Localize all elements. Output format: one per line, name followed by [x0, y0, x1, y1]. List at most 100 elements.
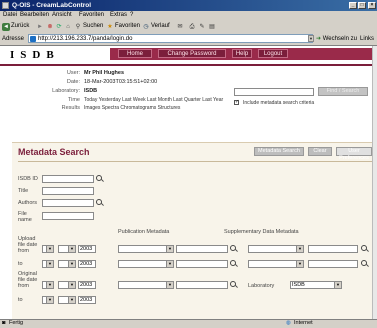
original-to-day-select[interactable]: ▼: [42, 296, 54, 304]
clear-button[interactable]: Clear: [308, 147, 332, 156]
status-page-icon: ◙: [2, 320, 6, 326]
isdb-id-search-icon[interactable]: [96, 175, 102, 181]
search-icon[interactable]: ⚲: [74, 23, 82, 31]
original-day-select[interactable]: ▼: [42, 281, 54, 289]
nav-help[interactable]: Help: [232, 49, 252, 58]
discuss-icon[interactable]: ▤: [208, 23, 216, 31]
upload-to-label: to: [18, 261, 23, 267]
original-to-label: to: [18, 297, 23, 303]
authors-input[interactable]: [42, 199, 94, 207]
pub-value-input-3[interactable]: [176, 281, 228, 289]
address-dropdown[interactable]: ▼: [308, 35, 314, 42]
maximize-button[interactable]: □: [358, 2, 366, 9]
original-to-month-select[interactable]: ▼: [58, 296, 76, 304]
laboratory-label: Laboratory:: [52, 88, 80, 94]
history-button[interactable]: Verlauf: [151, 23, 170, 29]
favorites-icon[interactable]: ★: [106, 23, 114, 31]
pub-field-select-3[interactable]: ▼: [118, 281, 174, 289]
nav-home[interactable]: Home: [118, 49, 152, 58]
history-icon[interactable]: ◷: [142, 23, 150, 31]
laboratory-select-value: ISDB: [292, 282, 305, 288]
quick-search-input[interactable]: [234, 88, 314, 96]
menu-favoriten[interactable]: Favoriten: [79, 12, 104, 18]
go-label: Wechseln zu: [322, 36, 357, 42]
menu-bearbeiten[interactable]: Bearbeiten: [20, 12, 49, 18]
original-year-value: 2003: [80, 282, 93, 288]
time-label: Time: [67, 97, 80, 103]
links-button[interactable]: Links: [360, 36, 374, 42]
original-to-year-select[interactable]: 2003: [78, 296, 96, 304]
favorites-button[interactable]: Favoriten: [115, 23, 140, 29]
include-metadata-label: Include metadata search criteria: [243, 100, 315, 106]
back-button[interactable]: Zurück: [11, 23, 29, 29]
time-options[interactable]: Today Yesterday Last Week Last Month Las…: [84, 97, 223, 103]
pub-search-icon-2[interactable]: [230, 260, 236, 266]
vertical-scrollbar[interactable]: [372, 46, 377, 319]
stop-icon[interactable]: ⊗: [46, 23, 54, 31]
internet-zone-icon: ◍: [286, 320, 291, 326]
go-button[interactable]: ➜ Wechseln zu: [316, 35, 357, 42]
print-icon[interactable]: ⎙: [188, 23, 196, 31]
pub-value-input-2[interactable]: [176, 260, 228, 268]
original-year-select[interactable]: 2003: [78, 281, 96, 289]
menu-extras[interactable]: Extras: [110, 12, 127, 18]
title-input[interactable]: [42, 187, 94, 195]
upload-to-month-select[interactable]: ▼: [58, 260, 76, 268]
pub-search-icon-3[interactable]: [230, 281, 236, 287]
supp-search-icon-1[interactable]: [361, 245, 367, 251]
address-input[interactable]: http://213.196.233.7/panda/login.do: [28, 34, 313, 43]
isdb-id-input[interactable]: [42, 175, 94, 183]
upload-to-year-select[interactable]: 2003: [78, 260, 96, 268]
results-options[interactable]: Images Spectra Chromatograms Structures: [84, 105, 180, 111]
dropdown-arrow-icon: ▼: [68, 261, 75, 267]
dropdown-arrow-icon: ▼: [46, 246, 53, 252]
pub-search-icon-1[interactable]: [230, 245, 236, 251]
original-month-select[interactable]: ▼: [58, 281, 76, 289]
dropdown-arrow-icon: ▼: [68, 282, 75, 288]
laboratory-select[interactable]: ISDB ▼: [290, 281, 342, 289]
menu-help[interactable]: ?: [130, 12, 133, 18]
refresh-icon[interactable]: ⟳: [55, 23, 63, 31]
pub-value-input-1[interactable]: [176, 245, 228, 253]
search-button[interactable]: Suchen: [83, 23, 103, 29]
nav-change-password[interactable]: Change Password: [158, 49, 226, 58]
forward-icon[interactable]: ►: [36, 23, 44, 31]
file-name-input[interactable]: [42, 212, 94, 220]
edit-icon[interactable]: ✎: [198, 23, 206, 31]
address-label: Adresse: [2, 36, 25, 42]
include-metadata-checkbox[interactable]: ✓: [234, 99, 239, 105]
publication-metadata-header: Publication Metadata: [118, 229, 170, 235]
menu-datei[interactable]: Datei: [3, 12, 17, 18]
upload-month-select[interactable]: ▼: [58, 245, 76, 253]
original-date-label: Original file date from: [18, 271, 38, 289]
back-icon[interactable]: ◄: [2, 23, 10, 31]
user-preferences-button[interactable]: User Preferences: [336, 147, 372, 161]
supp-search-icon-2[interactable]: [361, 260, 367, 266]
supp-field-select-2[interactable]: ▼: [248, 260, 304, 268]
supp-field-select-1[interactable]: ▼: [248, 245, 304, 253]
metadata-divider: [18, 161, 372, 162]
upload-to-day-select[interactable]: ▼: [42, 260, 54, 268]
pub-field-select-1[interactable]: ▼: [118, 245, 174, 253]
menu-ansicht[interactable]: Ansicht: [52, 12, 72, 18]
close-button[interactable]: ×: [368, 2, 376, 9]
authors-label: Authors: [18, 200, 37, 206]
window-title: Q-OIS - CreamLabControl: [12, 2, 92, 9]
minimize-button[interactable]: _: [349, 2, 357, 9]
upload-year-select[interactable]: 2003: [78, 245, 96, 253]
dropdown-arrow-icon: ▼: [46, 282, 53, 288]
dropdown-arrow-icon: ▼: [68, 246, 75, 252]
pub-field-select-2[interactable]: ▼: [118, 260, 174, 268]
authors-search-icon[interactable]: [96, 199, 102, 205]
home-icon[interactable]: ⌂: [64, 23, 72, 31]
supp-value-input-1[interactable]: [308, 245, 358, 253]
metadata-title: Metadata Search: [18, 147, 90, 157]
nav-logout[interactable]: Logout: [258, 49, 288, 58]
dropdown-arrow-icon: ▼: [166, 282, 173, 288]
date-value: 18-Mar-2003T03:15:51+02:00: [84, 79, 158, 85]
find-search-button[interactable]: Find / Search: [318, 87, 368, 96]
supp-value-input-2[interactable]: [308, 260, 358, 268]
metadata-search-button[interactable]: Metadata Search: [254, 147, 304, 156]
upload-day-select[interactable]: ▼: [42, 245, 54, 253]
mail-icon[interactable]: ✉: [176, 23, 184, 31]
